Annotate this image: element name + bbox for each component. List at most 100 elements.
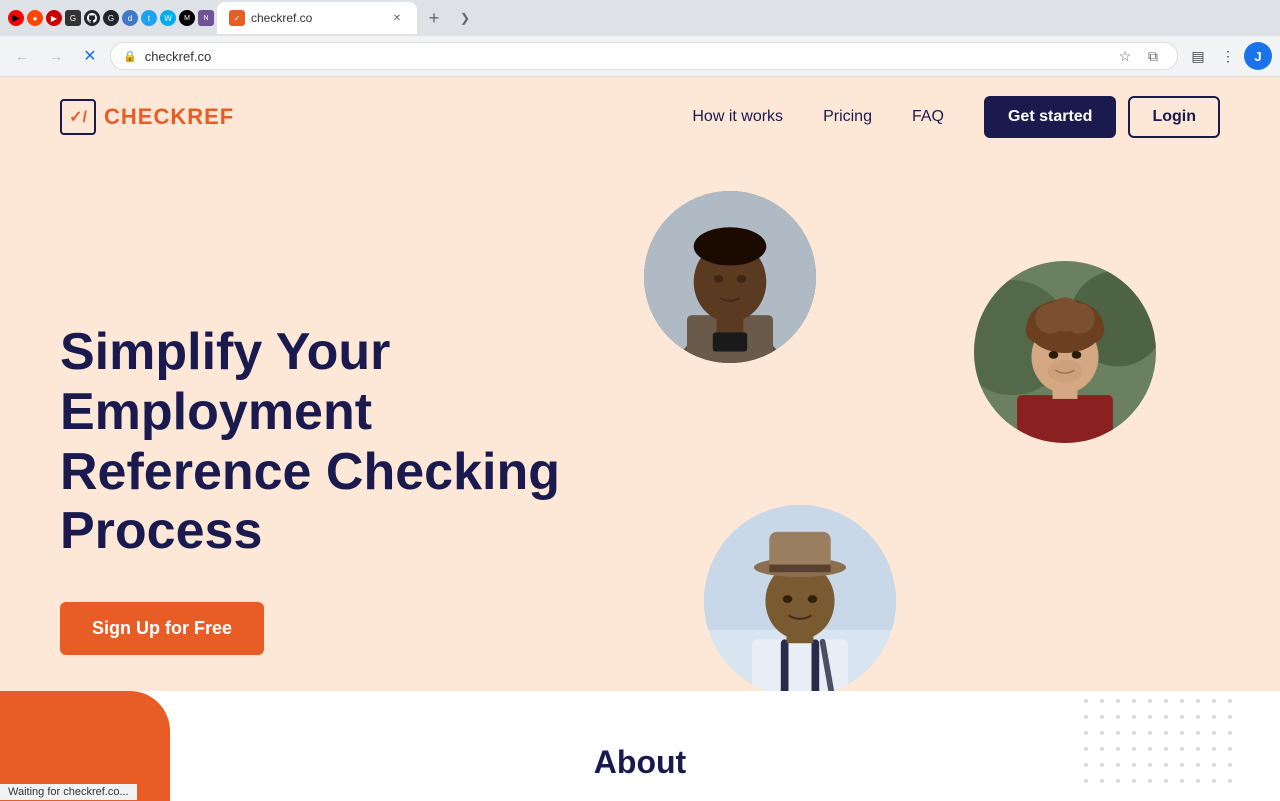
dot xyxy=(1196,779,1200,783)
dot xyxy=(1100,747,1104,751)
avatar-3 xyxy=(970,257,1160,447)
new-tab-button[interactable]: + xyxy=(420,4,448,32)
dot xyxy=(1180,747,1184,751)
dot xyxy=(1084,763,1088,767)
dot xyxy=(1180,763,1184,767)
active-tab-title: checkref.co xyxy=(251,11,383,25)
dot xyxy=(1212,779,1216,783)
favicon-11[interactable]: N xyxy=(198,10,214,26)
logo[interactable]: ✓/ CHECKREF xyxy=(60,99,234,135)
dot xyxy=(1164,715,1168,719)
dot xyxy=(1116,763,1120,767)
extensions-icon[interactable]: ⧉ xyxy=(1141,44,1165,68)
status-bar: Waiting for checkref.co... xyxy=(0,784,137,800)
favicon-5[interactable] xyxy=(84,10,100,26)
dot xyxy=(1164,779,1168,783)
favicon-10[interactable]: M xyxy=(179,10,195,26)
favicon-8[interactable]: t xyxy=(141,10,157,26)
dot xyxy=(1100,763,1104,767)
browser-chrome: ▶ ● ▶ G G d t W M N ✓ checkref.co ✕ + ❯ … xyxy=(0,0,1280,77)
dot xyxy=(1148,715,1152,719)
dot xyxy=(1164,747,1168,751)
favicon-7[interactable]: d xyxy=(122,10,138,26)
favicon-4[interactable]: G xyxy=(65,10,81,26)
login-button[interactable]: Login xyxy=(1128,96,1220,138)
dot xyxy=(1132,747,1136,751)
browser-right-buttons: ▤ ⋮ J xyxy=(1184,42,1272,70)
favicon-9[interactable]: W xyxy=(160,10,176,26)
signup-button[interactable]: Sign Up for Free xyxy=(60,602,264,655)
back-button[interactable]: ← xyxy=(8,42,36,70)
dot xyxy=(1196,763,1200,767)
dot xyxy=(1148,763,1152,767)
dot xyxy=(1212,715,1216,719)
favicon-6[interactable]: G xyxy=(103,10,119,26)
sidebar-toggle-button[interactable]: ▤ xyxy=(1184,42,1212,70)
dot xyxy=(1164,731,1168,735)
person-silhouette-1 xyxy=(644,191,816,363)
dot xyxy=(1100,699,1104,703)
nav-links: How it works Pricing FAQ xyxy=(692,108,944,126)
dot xyxy=(1196,715,1200,719)
dot xyxy=(1084,747,1088,751)
hero-left: Simplify Your Employment Reference Check… xyxy=(60,323,560,655)
dot xyxy=(1132,779,1136,783)
dot xyxy=(1164,763,1168,767)
dot xyxy=(1228,715,1232,719)
profile-avatar[interactable]: J xyxy=(1244,42,1272,70)
bookmark-page-icon[interactable]: ☆ xyxy=(1113,44,1137,68)
dot xyxy=(1164,699,1168,703)
dot-pattern-decoration xyxy=(1084,699,1240,791)
avatar-1 xyxy=(640,187,820,367)
tab-close-button[interactable]: ✕ xyxy=(389,10,405,26)
dot xyxy=(1212,699,1216,703)
dot xyxy=(1116,779,1120,783)
dot xyxy=(1212,731,1216,735)
forward-button[interactable]: → xyxy=(42,42,70,70)
dot xyxy=(1100,715,1104,719)
address-bar[interactable]: 🔒 checkref.co ☆ ⧉ xyxy=(110,42,1178,70)
dot xyxy=(1228,763,1232,767)
nav-pricing[interactable]: Pricing xyxy=(823,108,872,126)
dot xyxy=(1180,699,1184,703)
dot xyxy=(1212,763,1216,767)
dot xyxy=(1148,747,1152,751)
dot xyxy=(1212,747,1216,751)
dot xyxy=(1180,715,1184,719)
page-content: ✓/ CHECKREF How it works Pricing FAQ Get… xyxy=(0,77,1280,801)
logo-ref: REF xyxy=(187,104,234,129)
dot xyxy=(1148,699,1152,703)
nav-faq[interactable]: FAQ xyxy=(912,108,944,126)
dot xyxy=(1132,763,1136,767)
favicon-3[interactable]: ▶ xyxy=(46,10,62,26)
dot xyxy=(1196,699,1200,703)
dot xyxy=(1180,779,1184,783)
address-bar-icons: ☆ ⧉ xyxy=(1113,44,1165,68)
get-started-button[interactable]: Get started xyxy=(984,96,1116,138)
dot xyxy=(1196,731,1200,735)
dot xyxy=(1196,747,1200,751)
bottom-section-hint: About xyxy=(0,691,1280,801)
hero-title: Simplify Your Employment Reference Check… xyxy=(60,323,560,562)
dot xyxy=(1228,747,1232,751)
person-silhouette-3 xyxy=(974,261,1156,443)
address-bar-row: ← → ✕ 🔒 checkref.co ☆ ⧉ ▤ ⋮ J xyxy=(0,36,1280,76)
dot xyxy=(1116,747,1120,751)
tab-expand-button[interactable]: ❯ xyxy=(451,4,479,32)
tab-bar: ▶ ● ▶ G G d t W M N ✓ checkref.co ✕ + ❯ xyxy=(0,0,1280,36)
favicon-1[interactable]: ▶ xyxy=(8,10,24,26)
active-tab[interactable]: ✓ checkref.co ✕ xyxy=(217,2,417,34)
browser-menu-button[interactable]: ⋮ xyxy=(1214,42,1242,70)
dot xyxy=(1116,699,1120,703)
active-tab-favicon: ✓ xyxy=(229,10,245,26)
logo-text: CHECKREF xyxy=(104,104,234,130)
reload-stop-button[interactable]: ✕ xyxy=(76,42,104,70)
favicon-2[interactable]: ● xyxy=(27,10,43,26)
nav-how-it-works[interactable]: How it works xyxy=(692,108,783,126)
lock-icon: 🔒 xyxy=(123,50,137,63)
dot xyxy=(1228,699,1232,703)
dot xyxy=(1228,779,1232,783)
avatar-2 xyxy=(700,501,900,701)
dot xyxy=(1116,715,1120,719)
navbar: ✓/ CHECKREF How it works Pricing FAQ Get… xyxy=(0,77,1280,157)
